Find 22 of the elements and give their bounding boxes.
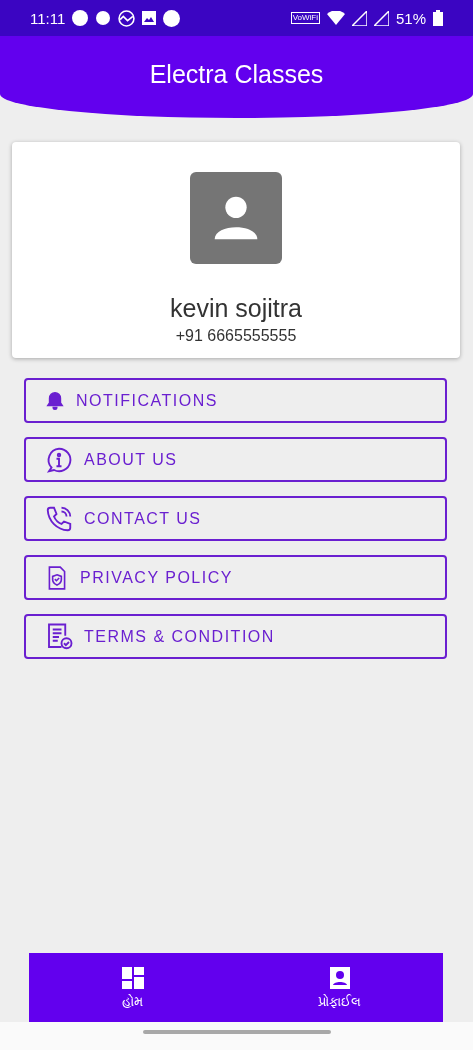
network-badge: VoWiFi xyxy=(290,12,320,24)
signal-icon xyxy=(351,10,367,26)
wifi-icon xyxy=(326,11,345,25)
profile-card-icon xyxy=(327,965,352,990)
battery-icon xyxy=(433,10,443,26)
image-icon xyxy=(142,11,157,25)
menu-button[interactable]: TERMS & CONDITION xyxy=(24,614,447,659)
user-phone: +91 6665555555 xyxy=(175,327,297,345)
menu-button[interactable]: ABOUT US xyxy=(24,437,447,482)
app-title: Electra Classes xyxy=(149,60,324,90)
menu-button[interactable]: CONTACT US xyxy=(24,496,447,541)
user-name: kevin sojitra xyxy=(170,294,302,323)
trend-icon xyxy=(118,9,136,27)
signal-icon xyxy=(373,10,389,26)
menu-button[interactable]: PRIVACY POLICY xyxy=(24,555,447,600)
clock-time: 11:11 xyxy=(30,9,66,27)
battery-percentage: 51% xyxy=(395,9,426,27)
dashboard-icon xyxy=(120,965,145,990)
bell-icon xyxy=(44,389,66,412)
nav-tab[interactable]: પ્રોફાઈલ xyxy=(236,953,443,1022)
nav-tab[interactable]: હોમ xyxy=(29,953,236,1022)
menu-button[interactable]: NOTIFICATIONS xyxy=(24,378,447,423)
